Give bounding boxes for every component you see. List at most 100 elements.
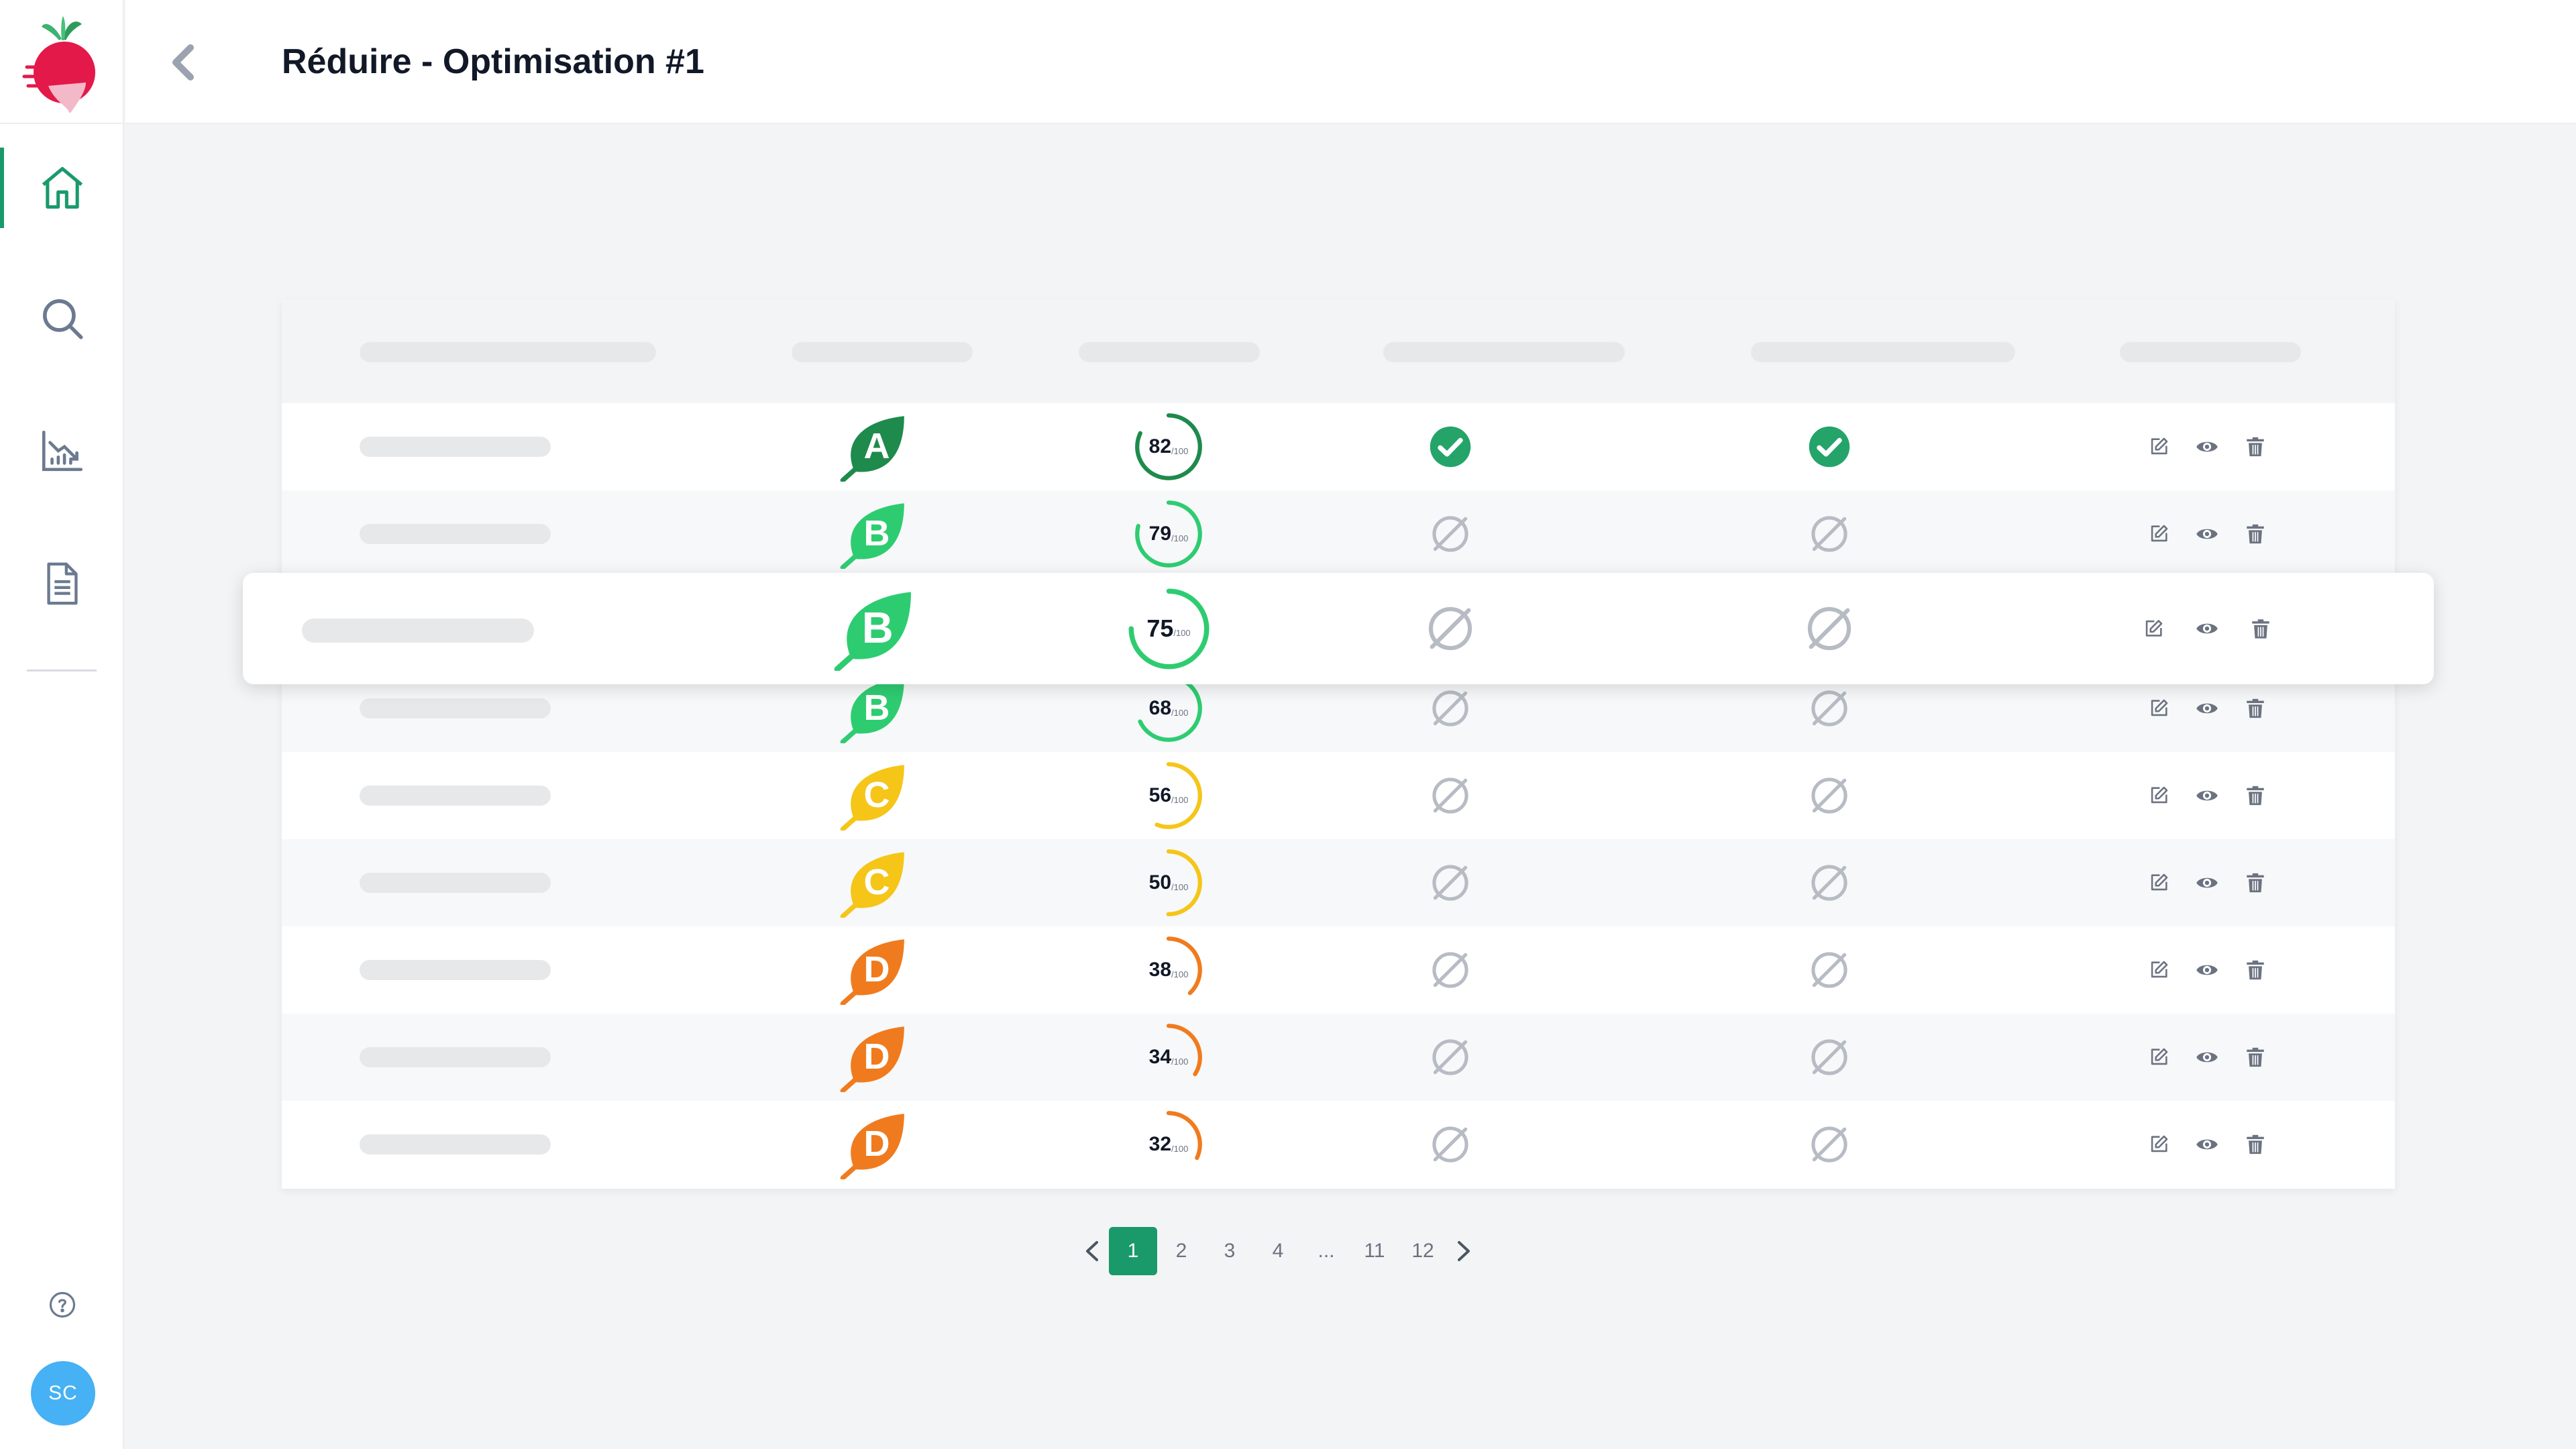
table-row[interactable]: D 34/100 (282, 1014, 2395, 1101)
view-button[interactable] (2196, 617, 2218, 640)
row-name-skeleton (360, 698, 551, 718)
delete-button[interactable] (2244, 523, 2267, 545)
pagination-next[interactable] (1447, 1227, 1481, 1275)
grade-badge: B (837, 499, 907, 569)
view-button[interactable] (2196, 523, 2218, 545)
eye-icon (2196, 1052, 2218, 1063)
table-row[interactable]: C 56/100 (282, 752, 2395, 839)
empty-set-icon (1811, 690, 1847, 727)
table-row-highlighted[interactable]: B 75/100 (243, 573, 2434, 684)
pagination-ellipsis: ... (1318, 1240, 1335, 1262)
actions-cell (2147, 403, 2267, 490)
grade-cell: A (805, 403, 939, 490)
pagination-prev[interactable] (1075, 1227, 1109, 1275)
table-row[interactable]: C 50/100 (282, 839, 2395, 926)
grade-badge: B (830, 587, 914, 671)
view-button[interactable] (2196, 784, 2218, 807)
table-row[interactable]: B 79/100 (282, 490, 2395, 578)
edit-button[interactable] (2147, 871, 2170, 894)
score-value: 75 (1146, 614, 1174, 642)
grade-cell: D (805, 926, 939, 1014)
edit-icon (2145, 619, 2163, 637)
status-cell-1 (1403, 926, 1497, 1014)
sidebar-item-search[interactable] (0, 278, 124, 359)
edit-button[interactable] (2142, 617, 2165, 640)
grade-letter: B (863, 513, 890, 553)
score-suffix: /100 (1171, 1143, 1189, 1154)
actions-cell (2147, 490, 2267, 578)
score-cell: 79/100 (1102, 490, 1236, 578)
sidebar: SC (0, 0, 124, 1449)
delete-button[interactable] (2244, 1046, 2267, 1069)
empty-set-icon (1811, 952, 1847, 988)
delete-button[interactable] (2244, 435, 2267, 458)
delete-button[interactable] (2244, 697, 2267, 720)
pagination-page[interactable]: 11 (1350, 1227, 1399, 1275)
delete-button[interactable] (2244, 1133, 2267, 1156)
delete-button[interactable] (2249, 617, 2272, 640)
eye-icon (2196, 441, 2218, 452)
score-suffix: /100 (1171, 881, 1189, 892)
edit-button[interactable] (2147, 1133, 2170, 1156)
sidebar-item-home[interactable] (0, 148, 124, 228)
header-skeleton-actions (2120, 342, 2301, 362)
pagination-page[interactable]: 1 (1109, 1227, 1157, 1275)
delete-button[interactable] (2244, 959, 2267, 981)
score-value: 82 (1148, 435, 1172, 458)
empty-set-icon (1811, 1039, 1847, 1075)
pagination-page[interactable]: 12 (1399, 1227, 1447, 1275)
row-name-skeleton (360, 437, 551, 457)
pagination-page[interactable]: 3 (1205, 1227, 1254, 1275)
eye-icon (2196, 965, 2218, 975)
grade-letter: B (861, 603, 894, 653)
pagination: 1 2 3 4... 11 12 (1075, 1227, 1481, 1275)
empty-set-icon (1432, 1039, 1468, 1075)
empty-set-icon (1432, 690, 1468, 727)
search-icon (42, 299, 83, 339)
radish-logo-icon (22, 16, 95, 113)
actions-cell (2147, 1101, 2267, 1188)
score-gauge: 82/100 (1134, 412, 1203, 482)
eye-icon (2196, 529, 2218, 539)
edit-button[interactable] (2147, 784, 2170, 807)
view-button[interactable] (2196, 1046, 2218, 1069)
view-button[interactable] (2196, 871, 2218, 894)
sidebar-item-analytics[interactable] (0, 411, 124, 491)
actions-cell (2147, 839, 2267, 926)
empty-set-icon (1432, 952, 1468, 988)
score-suffix: /100 (1171, 794, 1189, 805)
score-value: 50 (1148, 871, 1172, 894)
status-cell-2 (1782, 490, 1876, 578)
user-avatar[interactable]: SC (31, 1361, 95, 1426)
view-button[interactable] (2196, 435, 2218, 458)
delete-button[interactable] (2244, 871, 2267, 894)
back-button[interactable] (159, 39, 206, 86)
status-cell-1 (1403, 752, 1497, 839)
grade-cell: D (805, 1014, 939, 1101)
edit-button[interactable] (2147, 523, 2170, 545)
delete-button[interactable] (2244, 784, 2267, 807)
trash-icon (2247, 873, 2264, 893)
pagination-page[interactable]: 4 (1254, 1227, 1302, 1275)
view-button[interactable] (2196, 959, 2218, 981)
sidebar-item-document[interactable] (0, 543, 124, 624)
table-row[interactable]: D 32/100 (282, 1101, 2395, 1188)
table-row[interactable]: A 82/100 (282, 403, 2395, 490)
edit-icon (2151, 699, 2168, 716)
home-icon (42, 166, 83, 209)
app-logo[interactable] (0, 0, 124, 124)
pagination-page[interactable]: 2 (1157, 1227, 1205, 1275)
grade-letter: D (863, 1036, 890, 1077)
help-button[interactable] (47, 1289, 78, 1320)
edit-button[interactable] (2147, 1046, 2170, 1069)
grade-cell: C (805, 752, 939, 839)
view-button[interactable] (2196, 1133, 2218, 1156)
table-row[interactable]: D 38/100 (282, 926, 2395, 1014)
edit-icon (2151, 1048, 2168, 1065)
edit-button[interactable] (2147, 959, 2170, 981)
status-cell-2 (1782, 926, 1876, 1014)
edit-button[interactable] (2147, 697, 2170, 720)
edit-button[interactable] (2147, 435, 2170, 458)
view-button[interactable] (2196, 697, 2218, 720)
score-cell: 82/100 (1102, 403, 1236, 490)
